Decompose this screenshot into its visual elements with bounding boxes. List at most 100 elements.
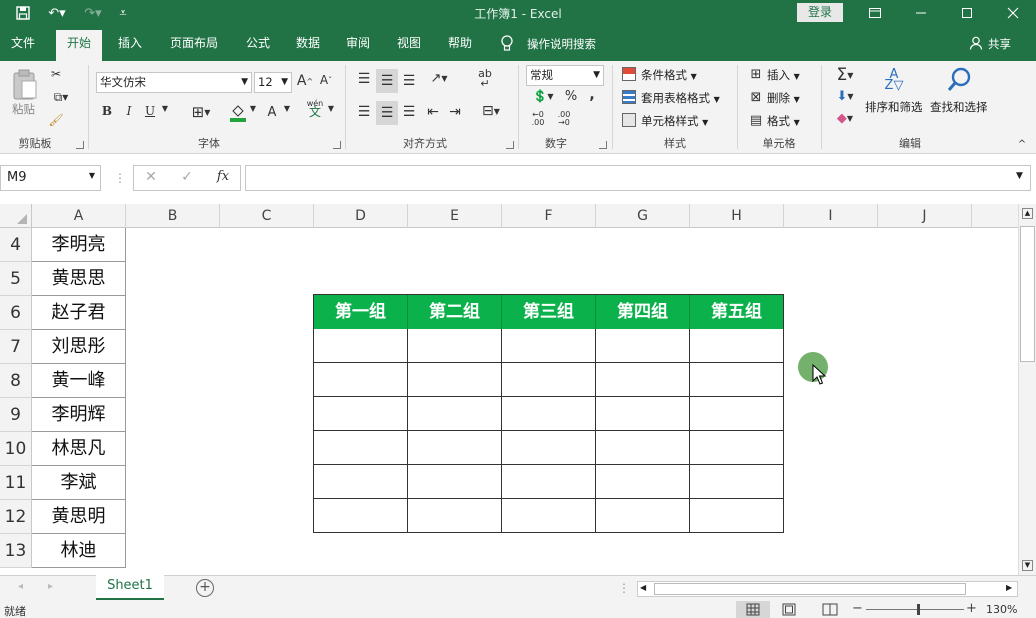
- table-cell[interactable]: [690, 499, 783, 533]
- column-header-c[interactable]: C: [220, 204, 314, 228]
- fill-color-icon[interactable]: [228, 101, 248, 123]
- table-cell[interactable]: [502, 397, 596, 431]
- table-cell[interactable]: [596, 465, 690, 499]
- italic-button[interactable]: I: [122, 104, 136, 118]
- font-size-select[interactable]: 12 ▼: [254, 72, 292, 93]
- cell-a10[interactable]: 林思凡: [32, 432, 126, 466]
- format-cells-button[interactable]: 格式 ▼: [767, 113, 800, 129]
- table-cell[interactable]: [314, 499, 408, 533]
- row-header-10[interactable]: 10: [0, 432, 32, 466]
- column-header-f[interactable]: F: [502, 204, 596, 228]
- table-cell[interactable]: [690, 363, 783, 397]
- row-header-11[interactable]: 11: [0, 466, 32, 500]
- page-break-view-icon[interactable]: [822, 603, 838, 618]
- table-cell[interactable]: [314, 431, 408, 465]
- merge-center-icon[interactable]: ⊟ ▼: [476, 103, 506, 119]
- table-cell[interactable]: [314, 363, 408, 397]
- horizontal-scroll-thumb[interactable]: [654, 583, 966, 595]
- collapse-ribbon-icon[interactable]: ^: [1016, 139, 1028, 150]
- alignment-launcher-icon[interactable]: [506, 141, 514, 149]
- table-cell[interactable]: [690, 397, 783, 431]
- table-cell[interactable]: [502, 431, 596, 465]
- tab-home[interactable]: 开始: [56, 30, 103, 61]
- zoom-out-icon[interactable]: −: [852, 601, 863, 616]
- sheet-tab-sheet1[interactable]: Sheet1: [96, 575, 164, 600]
- align-left-icon[interactable]: ☰: [355, 104, 373, 120]
- sort-filter-button[interactable]: 排序和筛选: [865, 99, 923, 115]
- phonetic-icon[interactable]: wén 文: [304, 99, 326, 118]
- cell-a13[interactable]: 林迪: [32, 534, 126, 568]
- align-top-icon[interactable]: ☰: [355, 71, 373, 87]
- row-header-5[interactable]: 5: [0, 262, 32, 296]
- table-cell[interactable]: [408, 329, 502, 363]
- chevron-down-icon[interactable]: ▼: [282, 104, 292, 113]
- copy-icon[interactable]: ⧉▾: [46, 88, 76, 106]
- chevron-down-icon[interactable]: ▼: [326, 104, 336, 113]
- close-icon[interactable]: [990, 0, 1036, 26]
- column-header-i[interactable]: I: [784, 204, 878, 228]
- format-painter-icon[interactable]: 🖌: [46, 111, 66, 129]
- chevron-down-icon[interactable]: ▼: [160, 104, 170, 113]
- increase-font-icon[interactable]: A ^: [297, 73, 313, 89]
- column-header-h[interactable]: H: [690, 204, 784, 228]
- bold-button[interactable]: B: [100, 104, 114, 118]
- vertical-scroll-thumb[interactable]: [1020, 226, 1035, 362]
- name-box[interactable]: M9 ▼: [0, 165, 101, 191]
- normal-view-icon[interactable]: [736, 601, 770, 618]
- row-header-12[interactable]: 12: [0, 500, 32, 534]
- scroll-up-icon[interactable]: ▲: [1022, 208, 1033, 219]
- insert-function-button[interactable]: fx: [212, 169, 234, 184]
- zoom-level[interactable]: 130%: [986, 603, 1017, 616]
- table-cell[interactable]: [596, 329, 690, 363]
- group-header-1[interactable]: 第一组: [314, 295, 408, 329]
- decrease-decimal-icon[interactable]: .00 →0: [554, 111, 574, 127]
- column-header-j[interactable]: J: [878, 204, 972, 228]
- font-name-select[interactable]: 华文仿宋 ▼: [96, 72, 252, 93]
- tab-formulas[interactable]: 公式: [235, 26, 281, 61]
- expand-formula-icon[interactable]: ▼: [1016, 171, 1023, 181]
- find-select-button[interactable]: 查找和选择: [930, 99, 988, 115]
- increase-decimal-icon[interactable]: ←0.00: [528, 111, 548, 127]
- row-header-8[interactable]: 8: [0, 364, 32, 398]
- column-header-e[interactable]: E: [408, 204, 502, 228]
- row-header-6[interactable]: 6: [0, 296, 32, 330]
- paste-button[interactable]: 粘贴: [12, 101, 35, 117]
- tab-view[interactable]: 视图: [386, 26, 432, 61]
- row-header-13[interactable]: 13: [0, 534, 32, 568]
- cell-a6[interactable]: 赵子君: [32, 296, 126, 330]
- clear-icon[interactable]: ◆ ▼: [830, 111, 860, 126]
- scroll-right-icon[interactable]: ▶: [1006, 583, 1012, 592]
- align-bottom-icon[interactable]: ☰: [400, 73, 418, 89]
- cell-a4[interactable]: 李明亮: [32, 228, 126, 262]
- tab-data[interactable]: 数据: [285, 26, 331, 61]
- cell-a7[interactable]: 刘思彤: [32, 330, 126, 364]
- table-cell[interactable]: [408, 363, 502, 397]
- row-header-4[interactable]: 4: [0, 228, 32, 262]
- comma-button[interactable]: ,: [586, 87, 598, 103]
- zoom-in-icon[interactable]: +: [966, 601, 977, 616]
- fill-icon[interactable]: ⬇ ▼: [830, 89, 860, 104]
- group-header-2[interactable]: 第二组: [408, 295, 502, 329]
- align-middle-icon[interactable]: ☰: [376, 69, 398, 93]
- percent-button[interactable]: %: [563, 89, 579, 104]
- row-header-9[interactable]: 9: [0, 398, 32, 432]
- autosum-icon[interactable]: Σ ▼: [830, 65, 860, 85]
- cell-a11[interactable]: 李斌: [32, 466, 126, 500]
- scroll-down-icon[interactable]: ▼: [1022, 560, 1033, 571]
- table-cell[interactable]: [314, 465, 408, 499]
- table-cell[interactable]: [314, 329, 408, 363]
- enter-icon[interactable]: ✓: [178, 169, 196, 185]
- font-color-icon[interactable]: A: [264, 101, 280, 123]
- table-cell[interactable]: [408, 499, 502, 533]
- align-right-icon[interactable]: ☰: [400, 104, 418, 120]
- maximize-icon[interactable]: [944, 0, 990, 26]
- decrease-font-icon[interactable]: Aˇ: [318, 73, 334, 87]
- table-cell[interactable]: [596, 363, 690, 397]
- decrease-indent-icon[interactable]: ⇤: [424, 104, 442, 120]
- ribbon-display-options-icon[interactable]: [852, 0, 898, 26]
- conditional-formatting-button[interactable]: 条件格式 ▼: [641, 67, 697, 83]
- cell-styles-button[interactable]: 单元格样式 ▼: [641, 113, 708, 129]
- cell-a8[interactable]: 黄一峰: [32, 364, 126, 398]
- chevron-down-icon[interactable]: ▼: [248, 104, 258, 113]
- table-cell[interactable]: [690, 465, 783, 499]
